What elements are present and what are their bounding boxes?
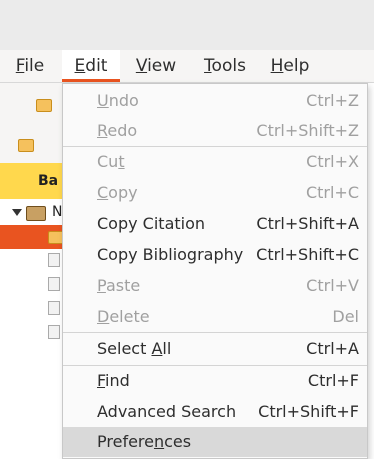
menu-item-label: Delete [97,307,150,326]
menu-item-label: Paste [97,276,141,295]
collections-header: Ba [0,163,62,199]
new-collection-icon[interactable] [36,99,52,112]
menu-item-shortcut: Ctrl+C [305,183,359,202]
tree-row-selected[interactable] [0,225,64,249]
collections-tree: N [0,199,64,459]
menu-separator [63,332,367,333]
menu-item-copy-citation[interactable]: Copy Citation Ctrl+Shift+A [63,209,367,239]
toolbar [0,83,62,163]
menu-item-label: Select All [97,339,172,358]
tree-row-library[interactable]: N [0,201,62,225]
menu-item-label: Copy Bibliography [97,245,244,264]
menu-item-label: Preferences [97,432,192,451]
title-bar [0,0,374,50]
menu-item-shortcut: Ctrl+Shift+C [256,245,359,264]
menu-item-label: Cut [97,152,125,171]
menu-item-select-all[interactable]: Select All Ctrl+A [63,334,367,364]
menu-item-copy[interactable]: Copy Ctrl+C [63,178,367,208]
duplicate-icon [48,301,60,315]
menu-item-undo[interactable]: Undo Ctrl+Z [63,86,367,116]
menu-item-shortcut: Ctrl+Shift+A [256,214,359,233]
menu-edit[interactable]: Edit [62,50,120,82]
menu-file[interactable]: File [10,50,50,82]
menu-item-label: Copy Citation [97,214,206,233]
lock-icon [48,277,60,291]
new-item-icon[interactable] [18,139,34,152]
menu-item-shortcut: Ctrl+Z [306,91,359,110]
menu-item-shortcut: Ctrl+F [307,371,359,390]
menu-bar: File Edit View Tools Help [0,50,374,83]
edit-menu-dropdown: Undo Ctrl+Z Redo Ctrl+Shift+Z Cut Ctrl+X… [62,83,368,459]
menu-item-delete[interactable]: Delete Del [63,302,367,332]
menu-item-copy-bibliography[interactable]: Copy Bibliography Ctrl+Shift+C [63,240,367,270]
expand-arrow-icon[interactable] [12,209,22,216]
menu-item-shortcut: Ctrl+A [306,339,359,358]
menu-help[interactable]: Help [264,50,316,82]
menu-item-paste[interactable]: Paste Ctrl+V [63,271,367,301]
menu-item-shortcut: Ctrl+Shift+F [258,402,359,421]
menu-item-label: Advanced Search [97,402,237,421]
library-icon [26,206,46,221]
menu-item-shortcut: Ctrl+X [306,152,359,171]
menu-item-shortcut: Del [332,307,359,326]
menu-item-shortcut: Ctrl+V [306,276,359,295]
trash-icon [48,325,60,339]
menu-item-label: Copy [97,183,138,202]
app-window: File Edit View Tools Help Ba N Undo Ctrl… [0,0,374,459]
document-icon [48,253,60,267]
menu-tools[interactable]: Tools [194,50,256,82]
menu-item-label: Redo [97,121,138,140]
menu-item-cut[interactable]: Cut Ctrl+X [63,147,367,177]
menu-item-preferences[interactable]: Preferences [63,427,367,457]
tree-row-label: N [52,204,63,220]
menu-item-find[interactable]: Find Ctrl+F [63,366,367,396]
menu-view[interactable]: View [128,50,184,82]
menu-item-redo[interactable]: Redo Ctrl+Shift+Z [63,116,367,146]
menu-item-advanced-search[interactable]: Advanced Search Ctrl+Shift+F [63,397,367,427]
menu-item-label: Find [97,371,130,390]
menu-item-label: Undo [97,91,139,110]
menu-item-shortcut: Ctrl+Shift+Z [256,121,359,140]
